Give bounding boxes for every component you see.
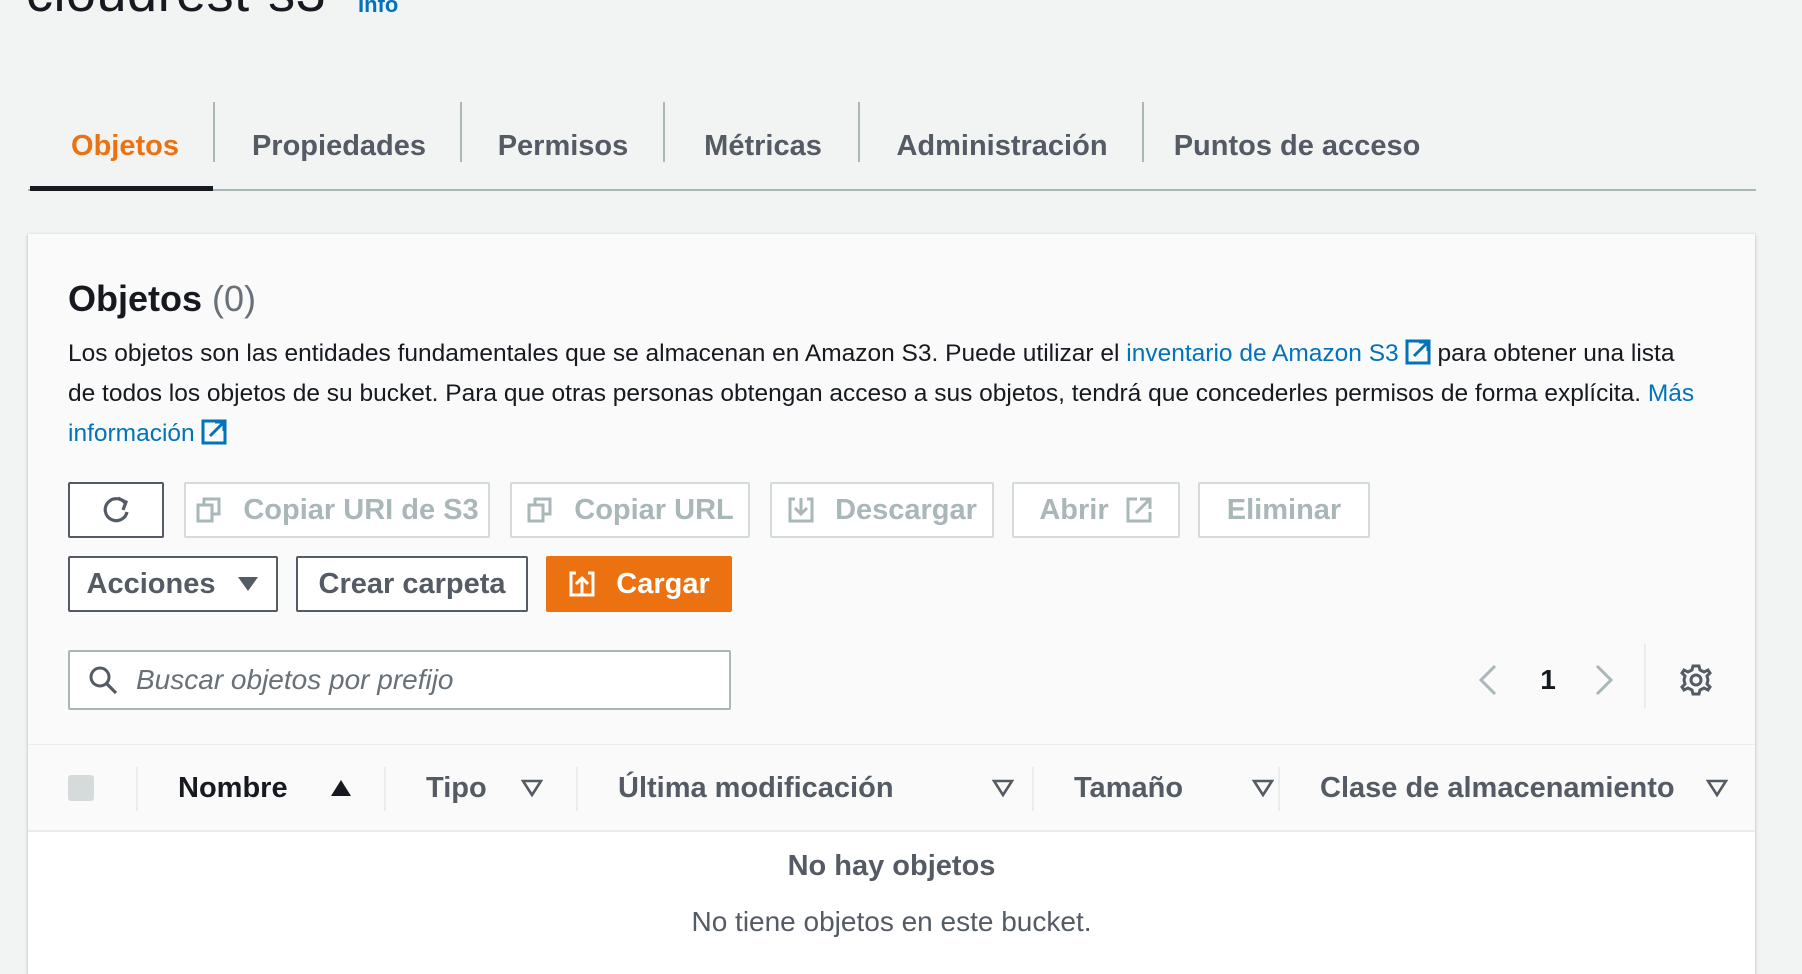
objects-panel: Objetos (0) Los objetos son las entidade… <box>28 234 1755 974</box>
actions-label: Acciones <box>86 567 216 600</box>
search-icon <box>89 666 118 695</box>
sort-icon <box>1252 779 1274 797</box>
tab-puntos-de-acceso[interactable]: Puntos de acceso <box>1160 100 1434 192</box>
tab-permisos[interactable]: Permisos <box>470 100 656 192</box>
upload-icon <box>569 571 595 597</box>
copy-icon <box>527 497 552 523</box>
inventory-link-label: inventario de Amazon S3 <box>1126 340 1399 367</box>
external-link-icon <box>1126 497 1152 523</box>
copy-url-label: Copiar URL <box>574 493 734 526</box>
tab-objetos[interactable]: Objetos <box>40 100 210 192</box>
table-body: No hay objetos No tiene objetos en este … <box>28 832 1755 974</box>
column-divider <box>384 767 386 811</box>
column-header-tipo[interactable]: Tipo <box>426 745 543 831</box>
column-header-label: Tipo <box>426 771 487 804</box>
empty-state-subtitle: No tiene objetos en este bucket. <box>691 906 1092 937</box>
copy-icon <box>196 497 221 523</box>
copy-uri-button[interactable]: Copiar URI de S3 <box>184 482 490 538</box>
settings-button[interactable] <box>1668 652 1724 708</box>
open-label: Abrir <box>1039 493 1109 526</box>
select-all-checkbox[interactable] <box>68 775 94 801</box>
create-folder-label: Crear carpeta <box>318 567 506 600</box>
description-text: Los objetos son las entidades fundamenta… <box>68 340 1127 367</box>
table-header: Nombre Tipo Última modificación Tamaño C… <box>28 744 1755 832</box>
tab-active-indicator <box>30 186 213 191</box>
download-icon <box>788 497 814 523</box>
tab-divider <box>213 102 215 162</box>
actions-dropdown[interactable]: Acciones <box>68 556 278 612</box>
column-header-tamano[interactable]: Tamaño <box>1074 745 1274 831</box>
refresh-icon <box>103 496 129 523</box>
copy-uri-label: Copiar URI de S3 <box>243 493 479 526</box>
gear-icon <box>1680 664 1712 696</box>
chevron-right-icon <box>1595 664 1614 696</box>
tab-metricas[interactable]: Métricas <box>674 100 852 192</box>
info-link[interactable]: Info <box>358 0 398 18</box>
external-link-icon <box>1405 339 1431 365</box>
sort-icon <box>992 779 1014 797</box>
column-header-ultima-modificacion[interactable]: Última modificación <box>618 745 1014 831</box>
search-input[interactable] <box>134 663 698 697</box>
tab-administracion[interactable]: Administración <box>870 100 1134 192</box>
tab-divider <box>858 102 860 162</box>
external-link-icon <box>201 419 227 445</box>
delete-label: Eliminar <box>1226 493 1342 526</box>
sort-icon <box>520 779 543 797</box>
open-button[interactable]: Abrir <box>1012 482 1180 538</box>
objects-description: Los objetos son las entidades fundamenta… <box>68 334 1708 454</box>
objects-count: (0) <box>212 278 257 319</box>
page-number[interactable]: 1 <box>1528 652 1568 708</box>
empty-state-title: No hay objetos <box>787 850 996 882</box>
column-header-label: Última modificación <box>618 771 894 804</box>
previous-page-button[interactable] <box>1468 652 1508 708</box>
objects-heading: Objetos (0) <box>68 278 256 320</box>
column-header-nombre[interactable]: Nombre <box>178 745 352 831</box>
pager-divider <box>1644 644 1646 708</box>
create-folder-button[interactable]: Crear carpeta <box>296 556 528 612</box>
inventory-link[interactable]: inventario de Amazon S3 <box>1126 339 1431 367</box>
copy-url-button[interactable]: Copiar URL <box>510 482 750 538</box>
column-header-label: Clase de almacenamiento <box>1320 771 1675 804</box>
upload-label: Cargar <box>616 567 710 600</box>
search-box <box>68 650 731 710</box>
sort-icon <box>1706 779 1728 797</box>
column-header-label: Tamaño <box>1074 771 1184 804</box>
objects-heading-label: Objetos <box>68 278 203 319</box>
column-divider <box>576 767 578 811</box>
download-button[interactable]: Descargar <box>770 482 994 538</box>
caret-down-icon <box>238 577 259 591</box>
tab-divider <box>1142 102 1144 162</box>
column-divider <box>136 767 138 811</box>
chevron-left-icon <box>1478 664 1497 696</box>
tab-divider <box>460 102 462 162</box>
sort-ascending-icon <box>330 780 351 796</box>
column-divider <box>1032 767 1034 811</box>
tab-propiedades[interactable]: Propiedades <box>226 100 452 192</box>
column-header-clase-de-almacenamiento[interactable]: Clase de almacenamiento <box>1320 745 1728 831</box>
refresh-button[interactable] <box>68 482 164 538</box>
column-divider <box>1278 767 1280 811</box>
delete-button[interactable]: Eliminar <box>1198 482 1370 538</box>
tabs-underline <box>28 189 1756 191</box>
tab-divider <box>663 102 665 162</box>
column-header-label: Nombre <box>178 771 288 804</box>
download-label: Descargar <box>835 493 977 526</box>
upload-button[interactable]: Cargar <box>546 556 732 612</box>
next-page-button[interactable] <box>1584 652 1624 708</box>
page-title: cloudrest-s3 <box>26 0 326 24</box>
